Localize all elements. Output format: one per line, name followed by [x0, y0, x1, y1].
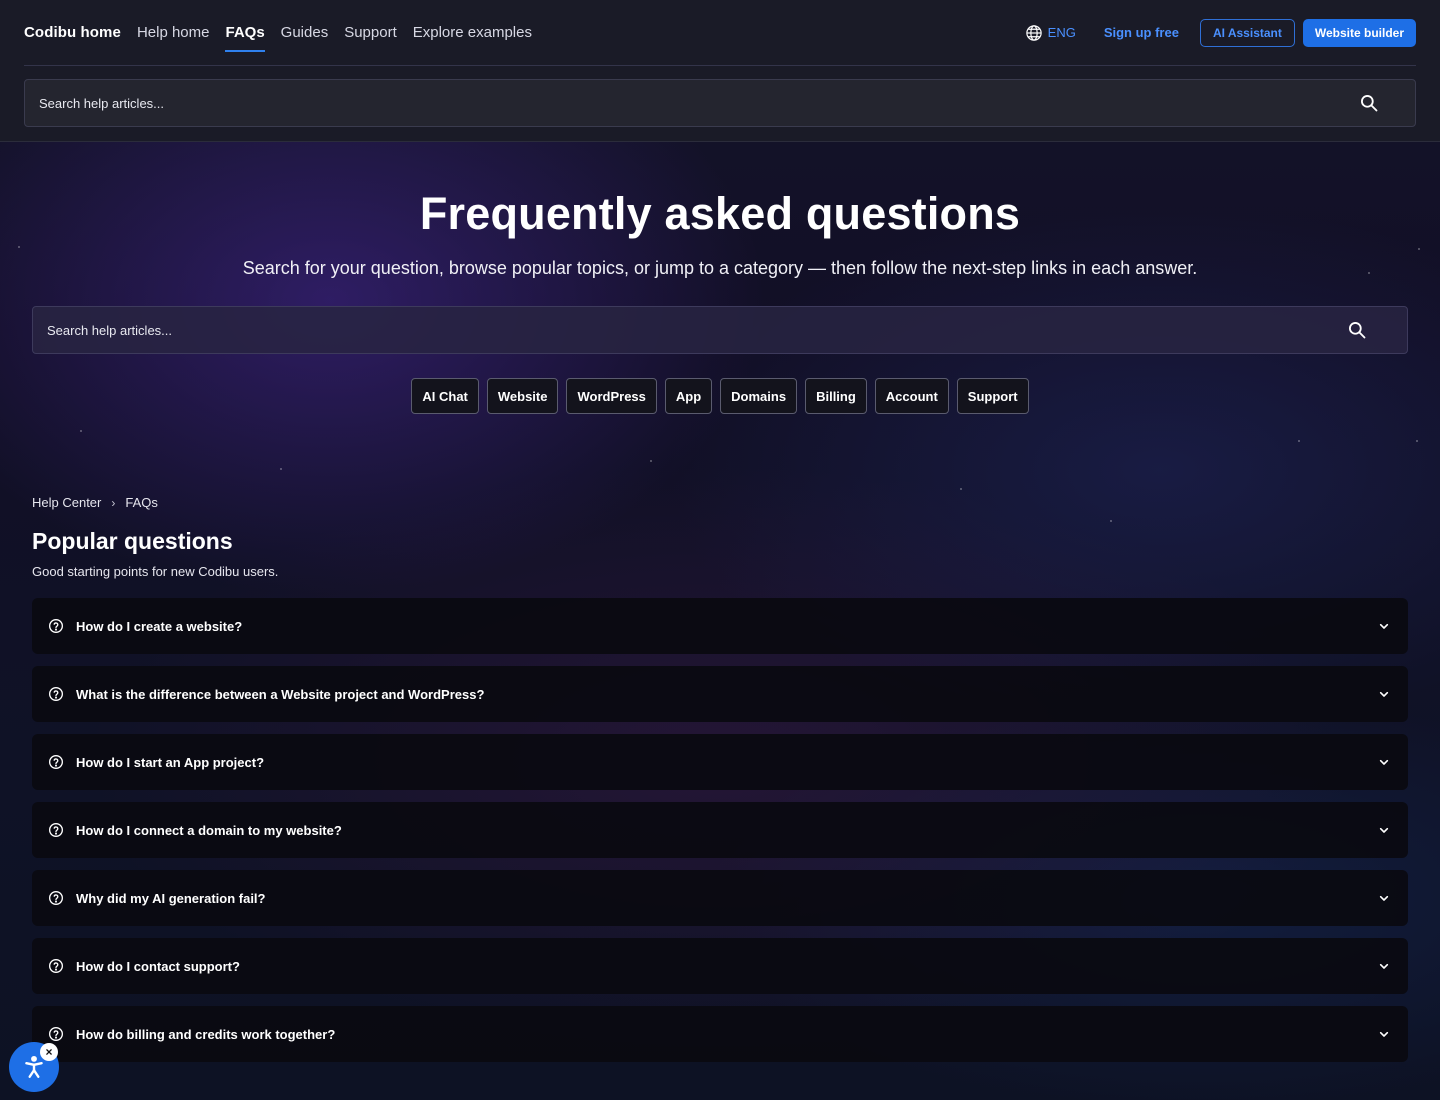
question-circle-icon	[48, 890, 64, 906]
nav-help-home[interactable]: Help home	[137, 0, 210, 66]
page-subtitle: Search for your question, browse popular…	[242, 258, 1198, 278]
nav-actions: ENG Sign up free AI Assistant Website bu…	[1025, 18, 1416, 47]
hero-search-input[interactable]	[47, 322, 1343, 338]
chevron-down-icon[interactable]	[1376, 958, 1392, 974]
page-title: Frequently asked questions	[419, 188, 1021, 239]
question-circle-icon	[48, 1026, 64, 1042]
language-label: ENG	[1047, 25, 1076, 40]
main-nav: Codibu home Help home FAQs Guides Suppor…	[24, 0, 1416, 66]
faq-item[interactable]: How do I connect a domain to my website?	[32, 802, 1408, 858]
category-chip-website[interactable]: Website	[486, 378, 559, 414]
category-chip-billing[interactable]: Billing	[805, 378, 867, 414]
faq-question: How do I create a website?	[76, 618, 243, 634]
language-selector[interactable]: ENG	[1025, 24, 1076, 42]
breadcrumb-separator: ›	[111, 495, 116, 510]
search-icon[interactable]	[1343, 316, 1371, 344]
question-circle-icon	[48, 686, 64, 702]
website-builder-button[interactable]: Website builder	[1302, 18, 1416, 47]
section-subtitle: Good starting points for new Codibu user…	[32, 564, 279, 579]
header-search-input[interactable]	[39, 95, 1355, 111]
faq-question: How do billing and credits work together…	[76, 1026, 336, 1042]
question-circle-icon	[48, 754, 64, 770]
category-chip-wordpress[interactable]: WordPress	[566, 378, 657, 414]
faq-item[interactable]: What is the difference between a Website…	[32, 666, 1408, 722]
faq-item[interactable]: Why did my AI generation fail?	[32, 870, 1408, 926]
faq-item[interactable]: How do I start an App project?	[32, 734, 1408, 790]
top-header: Codibu home Help home FAQs Guides Suppor…	[0, 0, 1440, 142]
faq-question: What is the difference between a Website…	[76, 686, 485, 702]
faq-item[interactable]: How do billing and credits work together…	[32, 1006, 1408, 1062]
question-circle-icon	[48, 618, 64, 634]
faq-item[interactable]: How do I create a website?	[32, 598, 1408, 654]
faq-question: How do I contact support?	[76, 958, 240, 974]
sign-up-link[interactable]: Sign up free	[1104, 25, 1179, 40]
breadcrumb-current: FAQs	[125, 495, 158, 510]
chevron-down-icon[interactable]	[1376, 822, 1392, 838]
faq-question: Why did my AI generation fail?	[76, 890, 266, 906]
chevron-down-icon[interactable]	[1376, 1026, 1392, 1042]
category-chips: AI Chat Website WordPress App Domains Bi…	[0, 378, 1440, 414]
category-chip-domains[interactable]: Domains	[720, 378, 798, 414]
question-circle-icon	[48, 958, 64, 974]
faq-question: How do I start an App project?	[76, 754, 265, 770]
brand-home-link[interactable]: Codibu home	[24, 24, 121, 41]
nav-faqs[interactable]: FAQs	[225, 0, 265, 66]
search-icon[interactable]	[1355, 89, 1383, 117]
chevron-down-icon[interactable]	[1376, 890, 1392, 906]
header-search-bar	[24, 79, 1416, 127]
nav-explore-examples[interactable]: Explore examples	[413, 0, 532, 66]
chevron-down-icon[interactable]	[1376, 618, 1392, 634]
close-icon[interactable]: ×	[40, 1043, 58, 1061]
chevron-down-icon[interactable]	[1376, 754, 1392, 770]
question-circle-icon	[48, 822, 64, 838]
globe-icon	[1025, 24, 1048, 42]
faq-question: How do I connect a domain to my website?	[76, 822, 342, 838]
breadcrumb: Help Center › FAQs	[32, 495, 158, 510]
ai-assistant-button[interactable]: AI Assistant	[1199, 18, 1295, 47]
category-chip-account[interactable]: Account	[874, 378, 949, 414]
nav-support[interactable]: Support	[344, 0, 397, 66]
nav-guides[interactable]: Guides	[281, 0, 329, 66]
category-chip-support[interactable]: Support	[956, 378, 1029, 414]
category-chip-ai-chat[interactable]: AI Chat	[411, 378, 479, 414]
chevron-down-icon[interactable]	[1376, 686, 1392, 702]
faq-item[interactable]: How do I contact support?	[32, 938, 1408, 994]
hero-search-bar	[32, 306, 1408, 354]
faq-list: How do I create a website? What is the d…	[32, 598, 1408, 1074]
breadcrumb-help-center[interactable]: Help Center	[32, 495, 101, 510]
category-chip-app[interactable]: App	[664, 378, 713, 414]
section-title: Popular questions	[32, 528, 233, 554]
